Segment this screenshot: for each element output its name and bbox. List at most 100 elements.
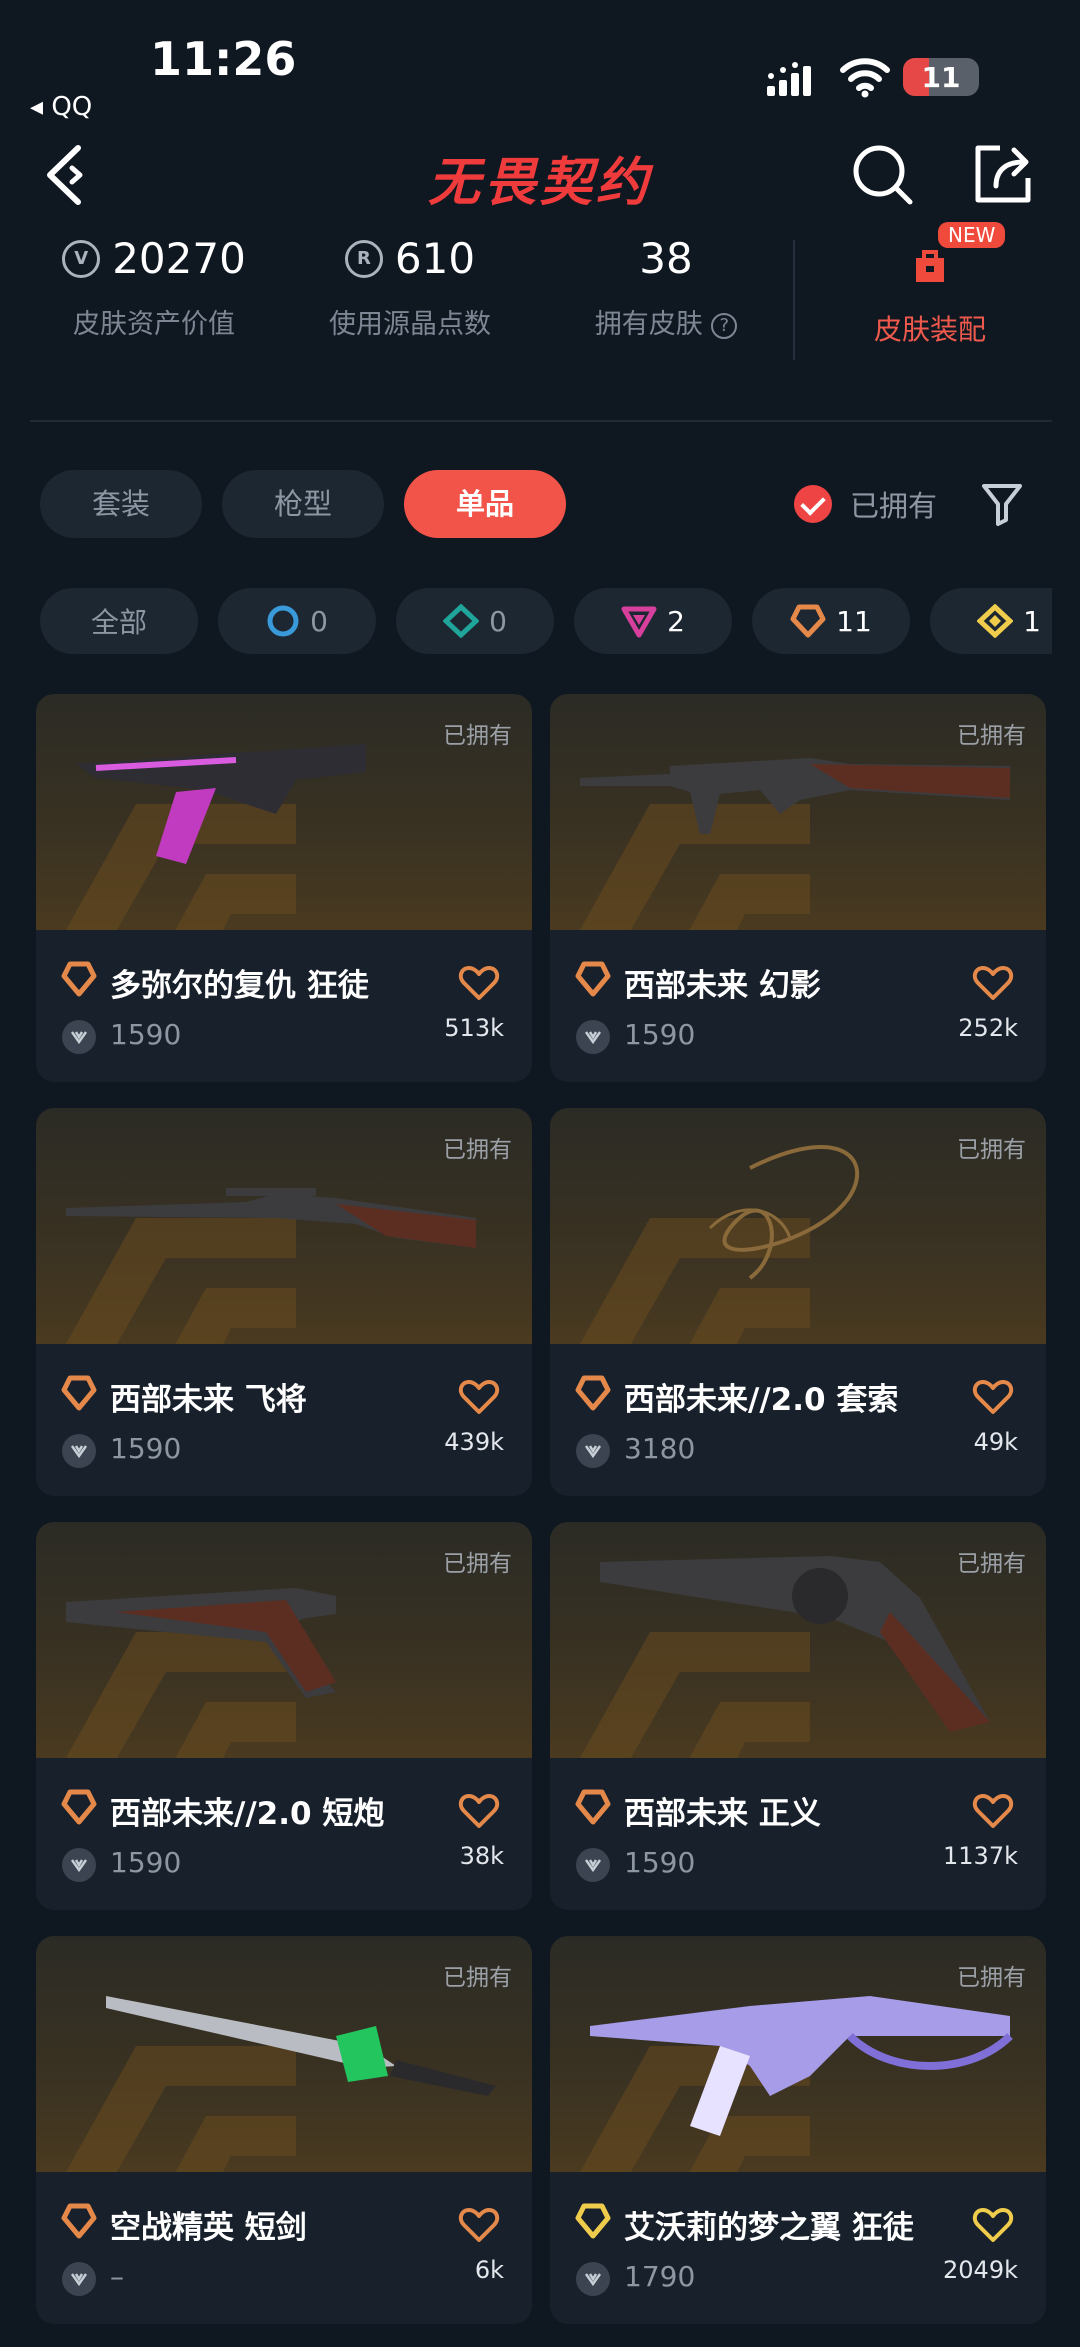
owned-filter-label: 已拥有: [850, 489, 938, 523]
skin-image: 已拥有: [36, 694, 532, 930]
valorant-points-icon: [576, 1434, 610, 1468]
wifi-icon: [840, 58, 890, 98]
chip-count: 0: [310, 604, 328, 638]
valorant-points-icon: [62, 1848, 96, 1882]
stat-value: 610: [394, 234, 476, 283]
skin-name: 西部未来 正义: [624, 1796, 821, 1832]
skin-card[interactable]: 已拥有 空战精英 短剑 – 6k: [36, 1936, 532, 2324]
premium-tier-icon: [621, 606, 657, 638]
skin-image: 已拥有: [550, 694, 1046, 930]
like-count: 439k: [444, 1428, 504, 1456]
skin-image: 已拥有: [36, 1522, 532, 1758]
select-tier-icon: [267, 605, 299, 637]
skin-info: 西部未来 正义 1590 1137k: [550, 1758, 1046, 1910]
outfit-icon: [916, 250, 944, 282]
tier-icon: [61, 1375, 97, 1411]
chip-count: 0: [489, 604, 507, 638]
stat-owned-skins: 38 拥有皮肤 ?: [546, 230, 786, 341]
app-logo: 无畏契约: [427, 153, 652, 213]
skin-card[interactable]: 已拥有 西部未来//2.0 套索 3180 49k: [550, 1108, 1046, 1496]
owned-filter-toggle[interactable]: 已拥有: [794, 480, 937, 528]
stat-label: 皮肤资产价值: [73, 309, 235, 340]
like-count: 513k: [444, 1014, 504, 1042]
tier-icon: [61, 1789, 97, 1825]
skin-info: 西部未来//2.0 短炮 1590 38k: [36, 1758, 532, 1910]
like-count: 49k: [973, 1428, 1018, 1456]
chip-select-tier[interactable]: 0: [218, 588, 376, 654]
stats-divider: [793, 240, 795, 360]
help-icon[interactable]: ?: [711, 312, 738, 339]
app-header: 无畏契约: [0, 130, 1080, 230]
skin-info: 西部未来 飞将 1590 439k: [36, 1344, 532, 1496]
ultra-tier-icon: [977, 604, 1014, 638]
owned-label: 已拥有: [957, 1137, 1026, 1163]
search-icon[interactable]: [850, 142, 916, 208]
heart-icon[interactable]: [972, 1792, 1014, 1830]
chip-count: 1: [1023, 604, 1041, 638]
skin-name: 艾沃莉的梦之翼 狂徒: [624, 2210, 914, 2246]
tier-icon: [575, 2203, 611, 2239]
skin-card[interactable]: 已拥有 艾沃莉的梦之翼 狂徒 1790 2049k: [550, 1936, 1046, 2324]
chip-all[interactable]: 全部: [40, 588, 198, 654]
skin-price: –: [110, 2260, 124, 2293]
section-divider: [30, 420, 1052, 422]
tier-icon: [61, 2203, 97, 2239]
like-count: 1137k: [943, 1842, 1018, 1870]
heart-icon[interactable]: [972, 1378, 1014, 1416]
like-count: 2049k: [943, 2256, 1018, 2284]
exclusive-tier-icon: [790, 604, 826, 638]
skin-name: 多弥尔的复仇 狂徒: [110, 968, 369, 1004]
chip-count: 11: [836, 604, 872, 638]
like-count: 38k: [459, 1842, 504, 1870]
heart-icon[interactable]: [972, 2206, 1014, 2244]
skin-image: 已拥有: [550, 1108, 1046, 1344]
skin-card[interactable]: 已拥有 西部未来 幻影 1590 252k: [550, 694, 1046, 1082]
like-count: 6k: [474, 2256, 504, 2284]
skin-image: 已拥有: [550, 1936, 1046, 2172]
chip-ultra-tier[interactable]: 1: [930, 588, 1052, 654]
owned-label: 已拥有: [443, 1137, 512, 1163]
skin-image: 已拥有: [36, 1936, 532, 2172]
tab-set[interactable]: 套装: [40, 470, 202, 538]
skin-card[interactable]: 已拥有 多弥尔的复仇 狂徒 1590 513k: [36, 694, 532, 1082]
chip-deluxe-tier[interactable]: 0: [396, 588, 554, 654]
valorant-points-icon: [576, 1848, 610, 1882]
back-icon[interactable]: [40, 140, 100, 210]
skin-info: 多弥尔的复仇 狂徒 1590 513k: [36, 930, 532, 1082]
back-to-app-link[interactable]: ◂ QQ: [30, 92, 92, 122]
chip-count: 2: [667, 604, 685, 638]
skin-card[interactable]: 已拥有 西部未来 正义 1590 1137k: [550, 1522, 1046, 1910]
skin-image: 已拥有: [36, 1108, 532, 1344]
heart-icon[interactable]: [458, 964, 500, 1002]
skin-name: 西部未来//2.0 套索: [624, 1382, 899, 1418]
skin-price: 1590: [110, 1846, 182, 1879]
skin-name: 西部未来 飞将: [110, 1382, 307, 1418]
asset-stats: V 20270 皮肤资产价值 R 610 使用源晶点数 38 拥有皮肤 ? NE…: [0, 222, 1080, 420]
tier-icon: [575, 1789, 611, 1825]
skin-card[interactable]: 已拥有 西部未来 飞将 1590 439k: [36, 1108, 532, 1496]
outfit-button[interactable]: NEW 皮肤装配: [820, 222, 1040, 348]
heart-icon[interactable]: [458, 2206, 500, 2244]
skin-info: 艾沃莉的梦之翼 狂徒 1790 2049k: [550, 2172, 1046, 2324]
radianite-icon: R: [344, 240, 383, 278]
chip-premium-tier[interactable]: 2: [574, 588, 732, 654]
tab-weapon-type[interactable]: 枪型: [222, 470, 384, 538]
skin-price: 1790: [624, 2260, 696, 2293]
tier-icon: [575, 961, 611, 997]
battery-icon: 11: [903, 58, 979, 96]
owned-label: 已拥有: [443, 723, 512, 749]
skin-price: 1590: [624, 1846, 696, 1879]
share-icon[interactable]: [970, 142, 1036, 208]
checkbox-checked-icon[interactable]: [794, 485, 832, 523]
status-bar: 11:26 ◂ QQ 11: [0, 0, 1080, 130]
chip-exclusive-tier[interactable]: 11: [752, 588, 910, 654]
skin-name: 西部未来//2.0 短炮: [110, 1796, 385, 1832]
heart-icon[interactable]: [458, 1792, 500, 1830]
stat-value: 38: [639, 234, 693, 283]
heart-icon[interactable]: [972, 964, 1014, 1002]
skin-price: 3180: [624, 1432, 696, 1465]
tab-single-item[interactable]: 单品: [404, 470, 566, 538]
filter-icon[interactable]: [980, 480, 1024, 528]
heart-icon[interactable]: [458, 1378, 500, 1416]
skin-card[interactable]: 已拥有 西部未来//2.0 短炮 1590 38k: [36, 1522, 532, 1910]
